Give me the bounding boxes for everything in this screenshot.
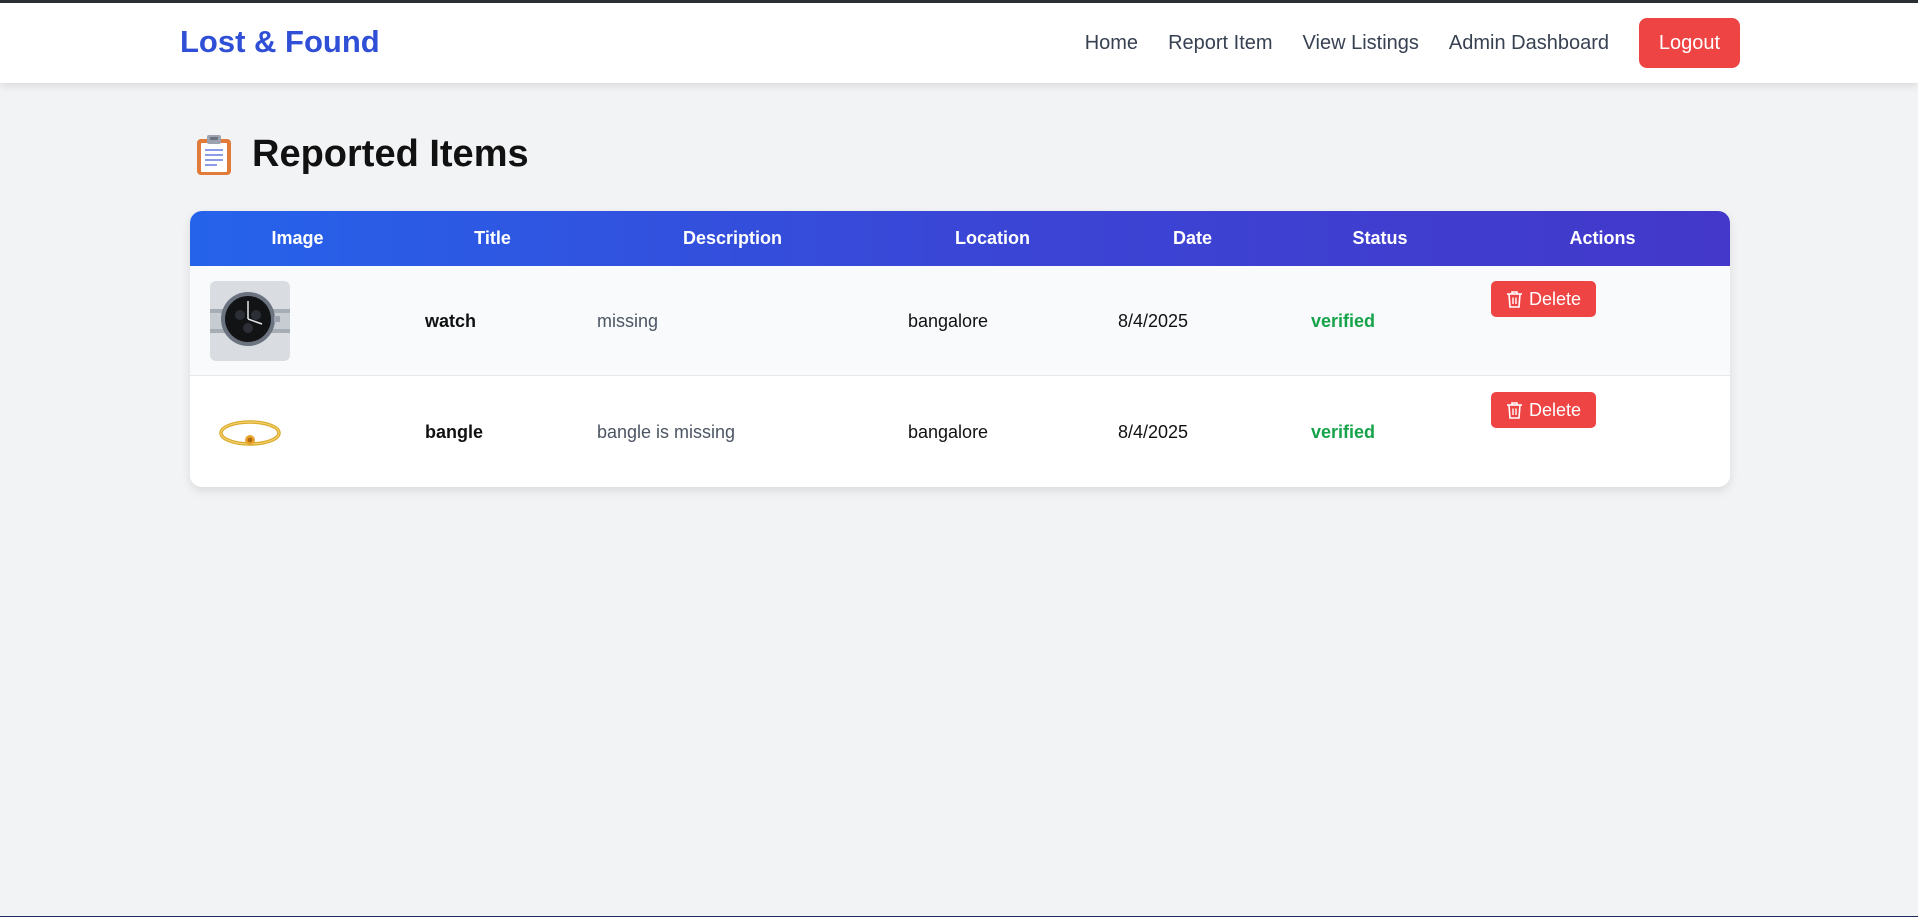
logout-button[interactable]: Logout [1639,18,1740,68]
brand-logo[interactable]: Lost & Found [180,24,380,60]
status-badge: verified [1311,422,1376,442]
column-header-date: Date [1172,228,1212,248]
nav-report-item-link[interactable]: Report Item [1168,32,1272,55]
table-row: bangle bangle is missing bangalore 8/4/2… [190,377,1730,487]
table-row: watch missing bangalore 8/4/2025 verifie… [190,266,1730,376]
status-badge: verified [1311,311,1376,331]
watch-thumbnail [210,281,290,361]
delete-button[interactable]: Delete [1491,281,1596,317]
column-header-description: Description [682,228,783,248]
column-header-image: Image [271,228,324,248]
nav-view-listings-link[interactable]: View Listings [1303,32,1419,55]
table-header: Image Title Description Location Date St… [190,211,1730,266]
item-description: bangle is missing [597,422,736,442]
delete-label: Delete [1528,399,1582,420]
column-header-status: Status [1352,228,1408,248]
item-location: bangalore [908,311,989,331]
item-title: bangle [425,422,484,442]
page-title: Reported Items [252,133,529,175]
item-description: missing [597,311,659,331]
item-location: bangalore [908,422,989,442]
delete-button[interactable]: Delete [1491,392,1596,428]
trash-icon [1506,290,1522,308]
item-date: 8/4/2025 [1118,422,1189,442]
navbar: Lost & Found Home Report Item View Listi… [0,3,1918,83]
bangle-thumbnail [210,392,290,472]
column-header-location: Location [955,228,1030,248]
column-header-title: Title [474,228,511,248]
item-title: watch [425,311,477,331]
items-table: Image Title Description Location Date St… [190,211,1730,487]
nav-admin-dashboard-link[interactable]: Admin Dashboard [1449,32,1609,55]
trash-icon [1506,401,1522,419]
nav-links: Home Report Item View Listings Admin Das… [1085,18,1918,68]
page-heading: Reported Items [195,133,529,176]
delete-label: Delete [1528,288,1582,309]
column-header-actions: Actions [1569,228,1636,248]
item-date: 8/4/2025 [1118,311,1189,331]
nav-home-link[interactable]: Home [1085,32,1138,55]
clipboard-icon [197,134,231,175]
